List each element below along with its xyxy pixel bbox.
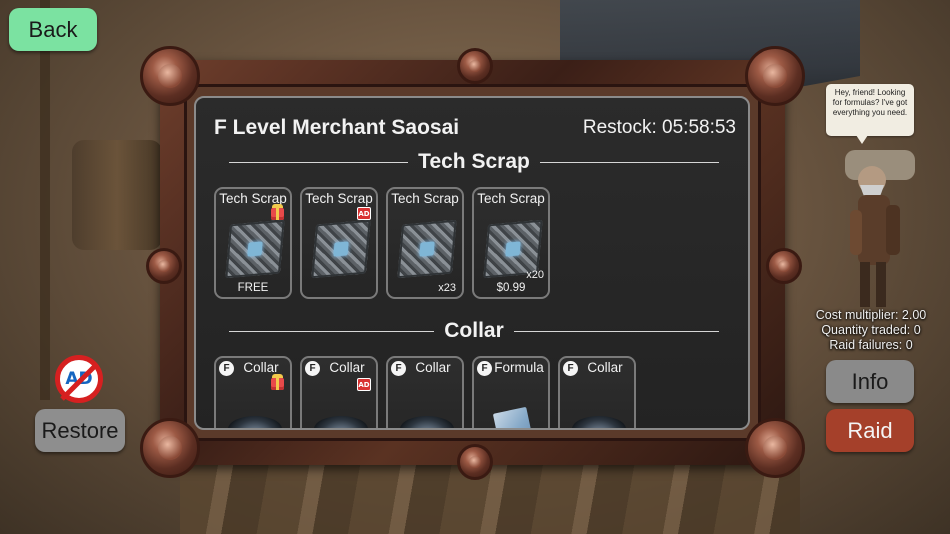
merchant-avatar: [845, 150, 915, 307]
no-ads-label: AD: [65, 369, 93, 389]
merchant-speech-bubble: Hey, friend! Looking for formulas? I've …: [826, 84, 914, 144]
frame-ornament-icon: [146, 248, 182, 284]
divider: [229, 161, 409, 163]
frame-ornament-icon: [766, 248, 802, 284]
tech-scrap-row: Tech Scrap FREE Tech Scrap AD Tech Scrap…: [214, 187, 550, 299]
restock-timer: Restock: 05:58:53: [582, 117, 736, 138]
item-price: FREE: [237, 282, 269, 294]
shop-item-card[interactable]: Tech Scrap x23: [386, 187, 464, 299]
item-quantity: x20: [526, 269, 544, 281]
gift-icon: [271, 204, 284, 220]
section-header-tech-scrap: Tech Scrap: [229, 150, 719, 174]
ad-icon: AD: [357, 207, 371, 220]
frame-ornament-icon: [745, 418, 805, 478]
quantity-traded: Quantity traded: 0: [821, 323, 921, 337]
item-name: Tech Scrap: [305, 191, 373, 206]
info-button[interactable]: Info: [826, 360, 914, 403]
item-name: Collar: [587, 360, 623, 375]
background-barrel: [72, 140, 162, 250]
back-button[interactable]: Back: [9, 8, 97, 51]
frame-ornament-icon: [745, 46, 805, 106]
formula-icon: [492, 406, 534, 428]
section-title: Collar: [444, 319, 504, 342]
restore-button[interactable]: Restore: [35, 409, 125, 452]
shop-item-card[interactable]: F Collar: [214, 356, 292, 428]
collar-icon: [228, 416, 282, 428]
frame-ornament-icon: [457, 444, 493, 480]
item-price: $0.99: [496, 282, 526, 294]
shop-item-card[interactable]: F Collar: [558, 356, 636, 428]
section-title: Tech Scrap: [418, 150, 530, 173]
merchant-title: F Level Merchant Saosai: [214, 116, 460, 139]
item-name: Collar: [415, 360, 451, 375]
tech-scrap-icon: [397, 219, 457, 279]
cost-multiplier: Cost multiplier: 2.00: [815, 308, 927, 322]
collar-icon: [314, 416, 368, 428]
item-name: Collar: [243, 360, 279, 375]
raid-failures: Raid failures: 0: [829, 338, 913, 352]
shop-item-card[interactable]: F Collar AD: [300, 356, 378, 428]
background-pole: [40, 0, 50, 400]
shop-item-card[interactable]: Tech Scrap x20 $0.99: [472, 187, 550, 299]
divider: [229, 330, 435, 332]
frame-ornament-icon: [140, 418, 200, 478]
tech-scrap-icon: [225, 219, 285, 279]
ad-icon: AD: [357, 378, 371, 391]
shop-item-card[interactable]: F Collar: [386, 356, 464, 428]
item-quantity: x23: [438, 282, 456, 294]
tech-scrap-icon: [311, 219, 371, 279]
item-name: Collar: [329, 360, 365, 375]
item-name: Tech Scrap: [477, 191, 545, 206]
raid-button[interactable]: Raid: [826, 409, 914, 452]
collar-icon: [400, 416, 454, 428]
gift-icon: [271, 374, 284, 390]
divider: [513, 330, 720, 332]
item-name: Formula: [494, 360, 544, 375]
item-name: Tech Scrap: [391, 191, 459, 206]
shop-item-card[interactable]: F Formula: [472, 356, 550, 428]
no-ads-icon[interactable]: AD: [55, 355, 103, 403]
collar-row: F Collar F Collar AD F Collar F Formula …: [214, 356, 636, 428]
merchant-stats: Cost multiplier: 2.00 Quantity traded: 0…: [806, 308, 936, 353]
shop-panel: F Level Merchant Saosai Restock: 05:58:5…: [194, 96, 750, 430]
shop-item-card[interactable]: Tech Scrap FREE: [214, 187, 292, 299]
frame-ornament-icon: [140, 46, 200, 106]
collar-icon: [572, 416, 626, 428]
divider: [539, 161, 719, 163]
shop-item-card[interactable]: Tech Scrap AD: [300, 187, 378, 299]
section-header-collar: Collar: [229, 319, 720, 343]
frame-ornament-icon: [457, 48, 493, 84]
